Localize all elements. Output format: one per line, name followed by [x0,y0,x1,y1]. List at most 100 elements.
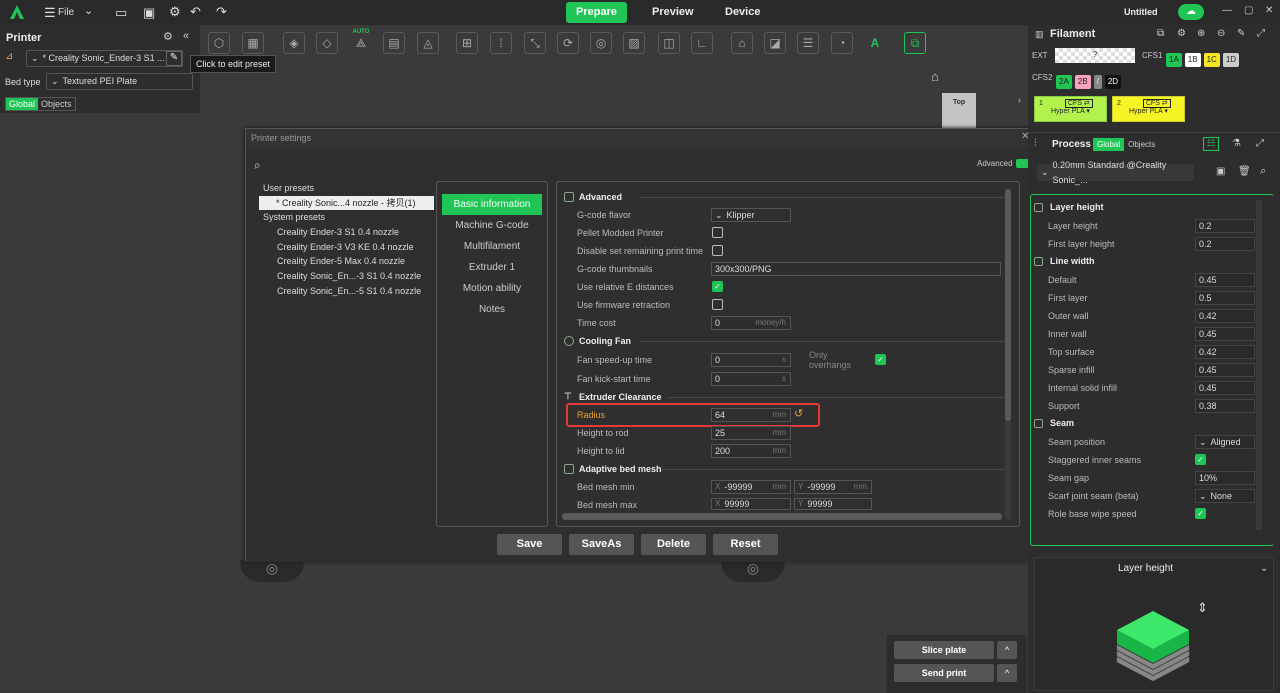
height-to-lid-input[interactable]: 200 mm [711,444,791,458]
save-button[interactable]: Save [497,534,562,555]
search-icon[interactable]: ⌕ [254,158,261,173]
preview-chevron-icon[interactable]: ⌄ [1260,563,1268,574]
process-list-icon[interactable]: ☷ [1203,137,1219,151]
panel-arrow-icon[interactable]: › [1018,95,1021,105]
filament-slot-2[interactable]: 2 CFS ⇄ Hyper PLA ▾ [1112,96,1185,122]
preset-item[interactable]: Creality Sonic_En...-3 S1 0.4 nozzle [259,269,434,284]
delete-button[interactable]: Delete [641,534,706,555]
add-cube-icon[interactable]: ⬡ [208,32,230,54]
process-search-icon[interactable]: ⌕ [1260,165,1266,178]
save-preset-icon[interactable]: ▣ [1216,166,1225,177]
tab-notes[interactable]: Notes [442,299,542,320]
reset-value-icon[interactable]: ↺ [794,407,803,420]
tab-device[interactable]: Device [715,2,770,23]
process-preset-select[interactable]: ⌄ 0.20mm Standard @Creality Sonic_... [1037,160,1194,185]
lw-outer-wall-input[interactable]: 0.42 [1195,309,1255,323]
ext-slot[interactable]: ? [1055,48,1135,63]
printer-preset-select[interactable]: ⌄ * Creality Sonic_Ender-3 S1 ... [26,50,183,67]
orient-icon[interactable]: ◈ [283,32,305,54]
lw-internal-solid-input[interactable]: 0.45 [1195,381,1255,395]
bed-type-select[interactable]: ⌄ Textured PEI Plate [46,73,193,90]
slice-plate-button[interactable]: Slice plate [894,641,994,659]
measure-icon[interactable]: ∟ [691,32,713,54]
support-paint-icon[interactable]: ▨ [623,32,645,54]
global-objects-toggle[interactable]: Global Objects [5,97,76,111]
lw-first-layer-input[interactable]: 0.5 [1195,291,1255,305]
preset-item[interactable]: Creality Ender-5 Max 0.4 nozzle [259,254,434,269]
lw-default-input[interactable]: 0.45 [1195,273,1255,287]
fuzzy-skin-icon[interactable]: ◪ [764,32,786,54]
gcode-flavor-select[interactable]: ⌄ Klipper [711,208,791,222]
chip-1b[interactable]: 1B [1184,53,1201,67]
bed-mesh-max-y-input[interactable]: Y 99999 [794,498,872,510]
preset-item[interactable]: Creality Ender-3 S1 0.4 nozzle [259,225,434,240]
filament-sync-icon[interactable]: ⧉ [1157,28,1164,39]
dots-grid-icon[interactable]: ⁞ [490,32,512,54]
chip-1a[interactable]: 1A [1166,53,1182,67]
text-tool-icon[interactable]: A [864,32,886,54]
gear-icon[interactable]: ⚙ [169,4,181,20]
process-objects-tab[interactable]: Objects [1124,138,1159,151]
process-global-tab[interactable]: Global [1093,138,1125,151]
assembly-icon[interactable]: ⧉ [904,32,926,54]
chip-2d[interactable]: 2D [1104,75,1122,89]
send-options-icon[interactable]: ^ [997,664,1017,682]
arrange-icon[interactable]: ◇ [316,32,338,54]
scarf-select[interactable]: ⌄ None [1195,489,1255,503]
grid-icon[interactable]: ⊞ [456,32,478,54]
fan-speedup-input[interactable]: 0s [711,353,791,367]
collapse-icon[interactable]: « [183,30,189,42]
split-icon[interactable]: ▤ [383,32,405,54]
printer-settings-icon[interactable]: ⚙ [163,30,173,43]
tab-motion-ability[interactable]: Motion ability [442,278,542,299]
scale-icon[interactable]: ⤡ [524,32,546,54]
first-layer-height-input[interactable]: 0.2 [1195,237,1255,251]
saveas-button[interactable]: SaveAs [569,534,634,555]
undo-icon[interactable]: ↶ [190,4,201,20]
color-paint-icon[interactable]: ◔ [831,32,853,54]
lw-top-surface-input[interactable]: 0.42 [1195,345,1255,359]
seam-position-select[interactable]: ⌄ Aligned [1195,435,1255,449]
view-cube[interactable]: Top [942,93,976,128]
remove-filament-icon[interactable]: ⊖ [1217,28,1225,39]
tab-prepare[interactable]: Prepare [566,2,627,23]
send-print-button[interactable]: Send print [894,664,994,682]
chevron-down-icon[interactable]: ⌄ [84,4,93,17]
role-wipe-checkbox[interactable]: ✓ [1195,508,1206,519]
seam-paint-icon[interactable]: ⌂ [731,32,753,54]
global-tab[interactable]: Global [6,98,39,110]
save-icon[interactable]: ▣ [143,5,155,21]
fw-retraction-checkbox[interactable] [712,299,723,310]
close-window-icon[interactable]: ✕ [1265,5,1273,16]
chip-2a[interactable]: 2A [1056,75,1072,89]
seam-gap-input[interactable]: 10% [1195,471,1255,485]
process-global-objects-toggle[interactable]: Global Objects [1093,138,1159,151]
reset-button[interactable]: Reset [713,534,778,555]
cut-plane-icon[interactable]: ◬ [417,32,439,54]
lw-sparse-infill-input[interactable]: 0.45 [1195,363,1255,377]
edit-pencil-icon[interactable]: ✎ [166,51,182,66]
layer-icon[interactable]: ☰ [797,32,819,54]
tab-machine-gcode[interactable]: Machine G-code [442,215,542,236]
minimize-icon[interactable]: — [1222,5,1232,16]
preset-item-selected[interactable]: * Creality Sonic...4 nozzle - 拷贝(1) [259,195,434,211]
tab-extruder-1[interactable]: Extruder 1 [442,257,542,278]
menu-icon[interactable]: ☰ [44,5,56,21]
tab-preview[interactable]: Preview [642,2,704,23]
preset-item[interactable]: Creality Ender-3 V3 KE 0.4 nozzle [259,240,434,255]
chip-empty[interactable]: / [1093,75,1102,89]
bed-mesh-min-x-input[interactable]: X -99999 mm [711,480,791,494]
pellet-checkbox[interactable] [712,227,723,238]
filament-settings-icon[interactable]: ⚙ [1177,28,1186,39]
add-filament-icon[interactable]: ⊕ [1197,28,1205,39]
process-scrollbar[interactable] [1256,200,1262,530]
maximize-icon[interactable]: ▢ [1244,5,1253,16]
tab-basic-information[interactable]: Basic information [442,194,542,215]
scrollbar-thumb[interactable] [1005,189,1011,421]
slice-options-icon[interactable]: ^ [997,641,1017,659]
time-cost-input[interactable]: 0 money/h [711,316,791,330]
delete-preset-icon[interactable]: 🗑 [1238,166,1251,177]
fan-kick-input[interactable]: 0s [711,372,791,386]
thumbnails-input[interactable]: 300x300/PNG [711,262,1001,276]
chip-1c[interactable]: 1C [1203,53,1220,67]
